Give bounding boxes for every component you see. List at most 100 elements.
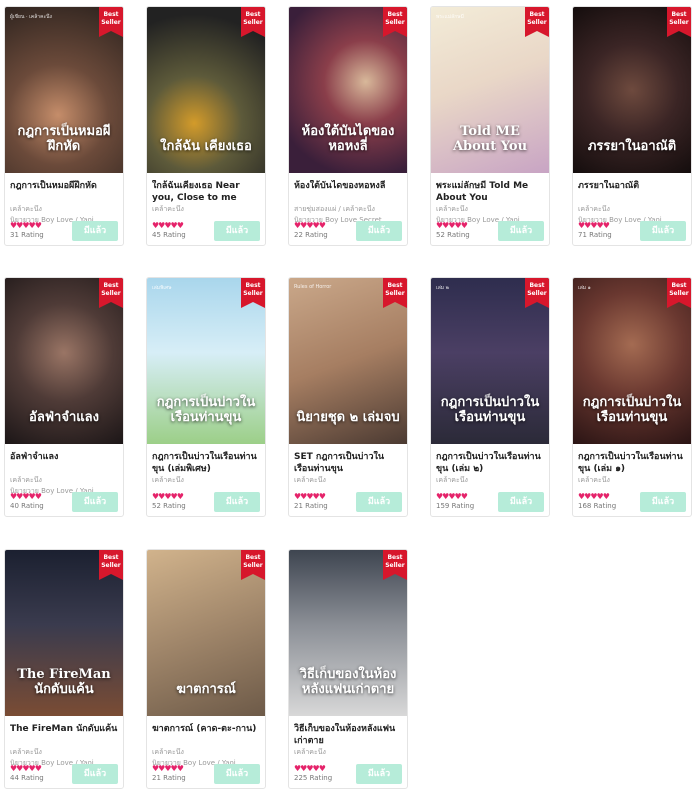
book-cover[interactable]: เล่มพิเศษ กฎการเป็นบ่าวในเรือนท่านขุน Be… [147,278,265,444]
book-cover[interactable]: เล่ม ๑ กฎการเป็นบ่าวในเรือนท่านขุน Best … [573,278,691,444]
book-author[interactable]: เคล้าคะนึง [152,747,260,758]
book-title-link[interactable]: กฎการเป็นหมอผีฝึกหัด [10,180,118,204]
book-cover[interactable]: ใกล้ฉัน เคียงเธอ Best Seller [147,7,265,173]
rating-count: 159 Rating [436,502,475,510]
book-cover[interactable]: The FireMan นักดับแค้น Best Seller [5,550,123,716]
book-author[interactable]: เคล้าคะนึง [10,747,118,758]
owned-button[interactable]: มีแล้ว [498,492,544,512]
badge-line1: Best [245,11,261,18]
rating-row: ♥♥♥♥♥ 168 Rating มีแล้ว [578,492,686,512]
book-title-link[interactable]: SET กฎการเป็นบ่าวในเรือนท่านขุน [294,451,402,475]
book-author[interactable]: เคล้าคะนึง [294,747,402,758]
owned-button[interactable]: มีแล้ว [640,221,686,241]
book-info: The FireMan นักดับแค้น เคล้าคะนึง นิยายว… [5,716,123,784]
cover-title: นิยายชุด ๒ เล่มจบ [296,410,400,426]
book-cover[interactable]: Rules of Horror นิยายชุด ๒ เล่มจบ Best S… [289,278,407,444]
book-author[interactable]: เคล้าคะนึง [578,475,686,486]
book-author[interactable]: สายชุ่มสองแผ่ / เคล้าคะนึง [294,204,402,215]
badge-line2: Seller [527,290,547,297]
owned-button[interactable]: มีแล้ว [214,764,260,784]
book-card[interactable]: ภรรยาในอาณัติ Best Seller ภรรยาในอาณัติ … [572,6,692,246]
cover-title: อัลฟ่าจำแลง [29,410,99,426]
book-author[interactable]: เคล้าคะนึง [152,475,260,486]
book-info: ภรรยาในอาณัติ เคล้าคะนึง นิยายวาย Boy Lo… [573,173,691,241]
rating-row: ♥♥♥♥♥ 45 Rating มีแล้ว [152,221,260,241]
book-card[interactable]: The FireMan นักดับแค้น Best Seller The F… [4,549,124,789]
rating-row: ♥♥♥♥♥ 44 Rating มีแล้ว [10,764,118,784]
badge-line2: Seller [385,19,405,26]
book-author[interactable]: เคล้าคะนึง [10,204,118,215]
book-title-link[interactable]: ฆาตการณ์ (คาด-ตะ-กาน) [152,723,260,747]
owned-button[interactable]: มีแล้ว [356,492,402,512]
owned-button[interactable]: มีแล้ว [498,221,544,241]
book-card[interactable]: ฆาตการณ์ Best Seller ฆาตการณ์ (คาด-ตะ-กา… [146,549,266,789]
book-title-link[interactable]: ห้องใต้บันไดของหอหงลี่ [294,180,402,204]
book-author[interactable]: เคล้าคะนึง [578,204,686,215]
book-author[interactable]: เคล้าคะนึง [436,475,544,486]
book-card[interactable]: อัลฟ่าจำแลง Best Seller อัลฟ่าจำแลง เคล้… [4,277,124,517]
cover-title: ฆาตการณ์ [176,682,236,698]
heart-rating-icon: ♥♥♥♥♥ [436,492,468,501]
book-info: วิธีเก็บของในห้องหลังแฟนเก่าตาย เคล้าคะน… [289,716,407,784]
book-card[interactable]: เล่มพิเศษ กฎการเป็นบ่าวในเรือนท่านขุน Be… [146,277,266,517]
book-card[interactable]: Rules of Horror นิยายชุด ๒ เล่มจบ Best S… [288,277,408,517]
book-card[interactable]: ห้องใต้บันไดของหอหงลี่ Best Seller ห้องใ… [288,6,408,246]
rating-count: 21 Rating [152,774,186,782]
owned-button[interactable]: มีแล้ว [356,221,402,241]
book-title-link[interactable]: The FireMan นักดับแค้น [10,723,118,747]
owned-button[interactable]: มีแล้ว [72,492,118,512]
owned-button[interactable]: มีแล้ว [356,764,402,784]
heart-rating-icon: ♥♥♥♥♥ [436,221,468,230]
book-cover[interactable]: พระแม่ลักษมี Told ME About You Best Sell… [431,7,549,173]
badge-line1: Best [387,11,403,18]
book-card[interactable]: วิธีเก็บของในห้องหลังแฟนเก่าตาย Best Sel… [288,549,408,789]
cover-title: กฎการเป็นหมอผีฝึกหัด [17,124,111,155]
book-info: ใกล้ฉันเคียงเธอ Near you, Close to me เค… [147,173,265,241]
book-title-link[interactable]: กฎการเป็นบ่าวในเรือนท่านขุน (เล่ม ๑) [578,451,686,475]
rating-row: ♥♥♥♥♥ 21 Rating มีแล้ว [152,764,260,784]
cover-title: ห้องใต้บันไดของหอหงลี่ [301,124,395,155]
book-title-link[interactable]: กฎการเป็นบ่าวในเรือนท่านขุน (เล่มพิเศษ) [152,451,260,475]
book-title-link[interactable]: อัลฟ่าจำแลง [10,451,118,475]
book-cover[interactable]: อัลฟ่าจำแลง Best Seller [5,278,123,444]
book-title-link[interactable]: พระแม่ลักษมี Told Me About You [436,180,544,204]
rating-row: ♥♥♥♥♥ 52 Rating มีแล้ว [436,221,544,241]
owned-button[interactable]: มีแล้ว [72,764,118,784]
book-author[interactable]: เคล้าคะนึง [294,475,402,486]
rating-count: 168 Rating [578,502,617,510]
book-cover[interactable]: วิธีเก็บของในห้องหลังแฟนเก่าตาย Best Sel… [289,550,407,716]
book-title-link[interactable]: วิธีเก็บของในห้องหลังแฟนเก่าตาย [294,723,402,747]
badge-line1: Best [387,282,403,289]
book-title-link[interactable]: กฎการเป็นบ่าวในเรือนท่านขุน (เล่ม ๒) [436,451,544,475]
heart-rating-icon: ♥♥♥♥♥ [294,764,326,773]
badge-line1: Best [387,554,403,561]
book-title-link[interactable]: ใกล้ฉันเคียงเธอ Near you, Close to me [152,180,260,204]
owned-button[interactable]: มีแล้ว [72,221,118,241]
book-cover[interactable]: ผู้เขียน · เคล้าคะนึง กฎการเป็นหมอผีฝึกห… [5,7,123,173]
owned-button[interactable]: มีแล้ว [214,221,260,241]
book-cover[interactable]: ภรรยาในอาณัติ Best Seller [573,7,691,173]
book-cover[interactable]: ฆาตการณ์ Best Seller [147,550,265,716]
book-cover[interactable]: ห้องใต้บันไดของหอหงลี่ Best Seller [289,7,407,173]
book-info: กฎการเป็นบ่าวในเรือนท่านขุน (เล่มพิเศษ) … [147,444,265,512]
book-card[interactable]: เล่ม ๒ กฎการเป็นบ่าวในเรือนท่านขุน Best … [430,277,550,517]
book-cover[interactable]: เล่ม ๒ กฎการเป็นบ่าวในเรือนท่านขุน Best … [431,278,549,444]
book-author[interactable]: เคล้าคะนึง [152,204,260,215]
book-title-link[interactable]: ภรรยาในอาณัติ [578,180,686,204]
badge-line1: Best [671,282,687,289]
badge-line2: Seller [527,19,547,26]
badge-line2: Seller [669,19,689,26]
badge-line1: Best [245,282,261,289]
book-card[interactable]: เล่ม ๑ กฎการเป็นบ่าวในเรือนท่านขุน Best … [572,277,692,517]
owned-button[interactable]: มีแล้ว [214,492,260,512]
book-author[interactable]: เคล้าคะนึง [10,475,118,486]
book-info: SET กฎการเป็นบ่าวในเรือนท่านขุน เคล้าคะน… [289,444,407,512]
book-card[interactable]: ผู้เขียน · เคล้าคะนึง กฎการเป็นหมอผีฝึกห… [4,6,124,246]
owned-button[interactable]: มีแล้ว [640,492,686,512]
cover-title: ใกล้ฉัน เคียงเธอ [160,139,252,155]
book-author[interactable]: เคล้าคะนึง [436,204,544,215]
book-card[interactable]: พระแม่ลักษมี Told ME About You Best Sell… [430,6,550,246]
cover-subtext: เล่ม ๒ [436,285,449,291]
book-info: ห้องใต้บันไดของหอหงลี่ สายชุ่มสองแผ่ / เ… [289,173,407,241]
book-card[interactable]: ใกล้ฉัน เคียงเธอ Best Seller ใกล้ฉันเคีย… [146,6,266,246]
